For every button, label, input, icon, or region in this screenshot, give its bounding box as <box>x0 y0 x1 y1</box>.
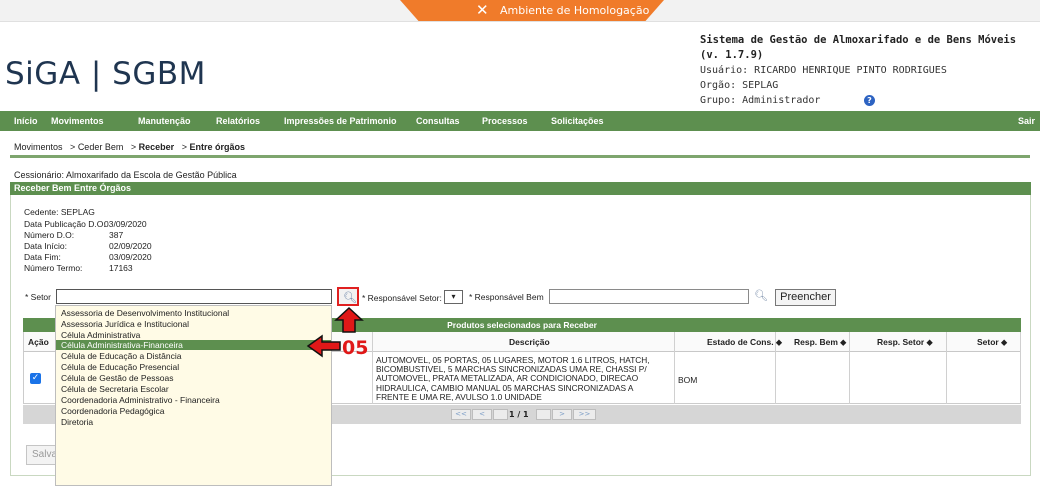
breadcrumb-item[interactable]: Ceder Bem <box>78 142 124 152</box>
pager-spacer <box>493 409 508 420</box>
preencher-button[interactable]: Preencher <box>775 289 836 306</box>
responsavel-bem-label: * Responsável Bem <box>469 292 544 302</box>
system-title: Sistema de Gestão de Almoxarifado e de B… <box>700 34 1017 61</box>
col-resp-bem[interactable]: Resp. Bem ⬥ <box>794 337 846 348</box>
setor-option[interactable]: Célula de Educação Presencial <box>61 362 179 372</box>
left-arrow-annotation-icon <box>306 334 341 358</box>
col-estado[interactable]: Estado de Cons. ⬥ <box>707 337 782 348</box>
setor-option[interactable]: Coordenadoria Pedagógica <box>61 406 165 416</box>
setor-label: * Setor <box>25 292 51 302</box>
pager-next-button[interactable]: > <box>552 409 572 420</box>
data-fim-label: Data Fim: <box>24 252 61 262</box>
app-logo: SiGA | SGBM <box>5 56 206 92</box>
tools-icon: ✕ <box>476 1 489 19</box>
setor-option-selected[interactable]: Célula Administrativa-Financeira <box>61 340 183 350</box>
responsavel-bem-input[interactable] <box>549 289 749 304</box>
menu-item-movimentos[interactable]: Movimentos <box>51 116 104 126</box>
search-icon[interactable]: 🔍︎ <box>754 289 768 302</box>
menu-item-solicitacoes[interactable]: Solicitações <box>551 116 604 126</box>
col-divider <box>674 332 675 404</box>
setor-input[interactable] <box>56 289 332 304</box>
breadcrumb-divider <box>10 155 1030 158</box>
menu-item-consultas[interactable]: Consultas <box>416 116 460 126</box>
environment-label: Ambiente de Homologação <box>500 4 650 17</box>
setor-option[interactable]: Célula de Secretaria Escolar <box>61 384 169 394</box>
data-fim-row: Data Fim: 03/09/2020 <box>24 252 152 262</box>
breadcrumb-item[interactable]: Movimentos <box>14 142 63 152</box>
pager-prev-button[interactable]: < <box>472 409 492 420</box>
menu-item-processos[interactable]: Processos <box>482 116 528 126</box>
data-fim-value: 03/09/2020 <box>109 252 152 262</box>
data-publicacao-label: Data Publicação D.O: <box>24 219 106 229</box>
environment-banner: ✕ Ambiente de Homologação <box>400 0 664 21</box>
col-divider <box>946 332 947 404</box>
setor-option[interactable]: Célula de Gestão de Pessoas <box>61 373 173 383</box>
cedente-text: Cedente: SEPLAG <box>24 207 95 217</box>
row-checkbox[interactable]: ✓ <box>30 373 41 384</box>
up-arrow-annotation-icon <box>334 306 364 333</box>
setor-option[interactable]: Assessoria de Desenvolvimento Institucio… <box>61 308 229 318</box>
col-divider <box>1020 332 1021 404</box>
magnifier-icon: 🔍︎ <box>343 291 357 304</box>
pager-last-button[interactable]: >> <box>573 409 596 420</box>
pager-first-button[interactable]: << <box>451 409 471 420</box>
data-publicacao-row: Data Publicação D.O: 03/09/2020 <box>24 219 147 229</box>
data-publicacao-value: 03/09/2020 <box>104 219 147 229</box>
numero-do-label: Número D.O: <box>24 230 75 240</box>
menu-item-relatorios[interactable]: Relatórios <box>216 116 260 126</box>
breadcrumb-current: Entre órgãos <box>189 142 245 152</box>
breadcrumb: Movimentos > Ceder Bem > Receber > Entre… <box>14 142 245 152</box>
pager-page-indicator: 1 / 1 <box>509 410 529 419</box>
numero-termo-value: 17163 <box>109 263 133 273</box>
responsavel-setor-select[interactable]: ▾ <box>444 290 463 304</box>
setor-search-button[interactable]: 🔍︎ <box>337 287 359 306</box>
breadcrumb-separator: > <box>181 142 187 152</box>
step-number: 05 <box>342 337 369 359</box>
setor-option[interactable]: Célula Administrativa <box>61 330 140 340</box>
row-descricao: AUTOMOVEL, 05 PORTAS, 05 LUGARES, MOTOR … <box>376 355 672 402</box>
col-descricao[interactable]: Descrição <box>509 337 550 347</box>
main-menu: Início Movimentos Manutenção Relatórios … <box>0 111 1040 131</box>
numero-termo-label: Número Termo: <box>24 263 83 273</box>
numero-do-value: 387 <box>109 230 124 240</box>
setor-option[interactable]: Diretoria <box>61 417 93 427</box>
panel-title: Receber Bem Entre Órgãos <box>10 182 1031 195</box>
col-resp-setor[interactable]: Resp. Setor ⬥ <box>877 337 933 348</box>
menu-item-impressoes[interactable]: Impressões de Patrimonio <box>284 116 397 126</box>
setor-option[interactable]: Assessoria Jurídica e Institucional <box>61 319 189 329</box>
row-estado: BOM <box>678 375 698 385</box>
data-inicio-label: Data Início: <box>24 241 67 251</box>
breadcrumb-separator: > <box>130 142 137 152</box>
breadcrumb-separator: > <box>70 142 76 152</box>
menu-item-inicio[interactable]: Início <box>14 116 38 126</box>
cessionario-label: Cessionário: Almoxarifado da Escola de G… <box>14 170 237 180</box>
user-name: Usuário: RICARDO HENRIQUE PINTO RODRIGUE… <box>700 65 947 76</box>
col-divider <box>849 332 850 404</box>
col-divider <box>372 332 373 404</box>
setor-option[interactable]: Coordenadoria Administrativo - Financeir… <box>61 395 220 405</box>
col-divider <box>775 332 776 404</box>
numero-do-row: Número D.O: 387 <box>24 230 123 240</box>
col-acao: Ação <box>28 337 49 347</box>
data-inicio-value: 02/09/2020 <box>109 241 152 251</box>
numero-termo-row: Número Termo: 17163 <box>24 263 133 273</box>
responsavel-setor-label: * Responsável Setor: <box>362 293 442 303</box>
logout-link[interactable]: Sair <box>1018 116 1035 126</box>
user-org: Orgão: SEPLAG <box>700 80 779 91</box>
breadcrumb-item[interactable]: Receber <box>139 142 175 152</box>
menu-item-manutencao[interactable]: Manutenção <box>138 116 191 126</box>
descricao-line: FRENTE E UMA RE, AVULSO 1.0 UNIDADE <box>376 391 542 402</box>
pager-spacer <box>536 409 551 420</box>
col-setor[interactable]: Setor ⬥ <box>977 337 1007 348</box>
data-inicio-row: Data Início: 02/09/2020 <box>24 241 152 251</box>
help-icon[interactable]: ? <box>864 95 875 106</box>
setor-option[interactable]: Célula de Educação a Distância <box>61 351 182 361</box>
